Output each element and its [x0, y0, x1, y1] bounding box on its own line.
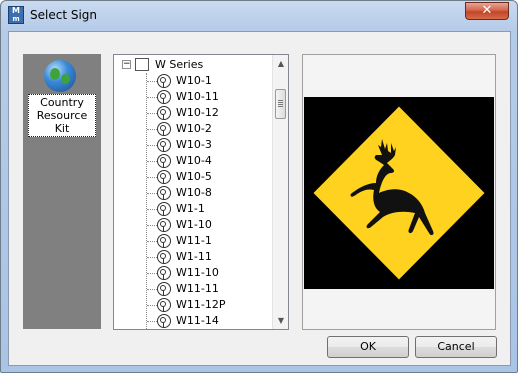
sign-post-icon: [157, 154, 171, 168]
sign-preview-image: [304, 97, 494, 289]
tree-item-label: W10-3: [176, 138, 212, 151]
close-icon: ✕: [481, 3, 493, 18]
sign-tree-view[interactable]: − W Series W10-1 W10-11 W10-12 W10-2 W10-3 W1…: [113, 54, 289, 330]
tree-item-label: W11-1: [176, 234, 212, 247]
tree-item-label: W10-4: [176, 154, 212, 167]
tree-connector-line: [147, 257, 157, 258]
tree-item[interactable]: W10-5: [114, 169, 272, 185]
tree-item[interactable]: W11-12P: [114, 297, 272, 313]
tree-item-label: W10-11: [176, 90, 219, 103]
tree-item[interactable]: W11-14: [114, 313, 272, 329]
tree-item[interactable]: W1-11: [114, 249, 272, 265]
scroll-down-arrow-icon[interactable]: ▼: [273, 312, 288, 329]
deer-crossing-sign-icon: [307, 100, 491, 286]
tree-connector-line: [147, 305, 157, 306]
tree-item[interactable]: W11-1: [114, 233, 272, 249]
tree-content: − W Series W10-1 W10-11 W10-12 W10-2 W10-3 W1…: [114, 55, 272, 329]
tree-item-label: W11-14: [176, 314, 219, 327]
tree-item-label: W10-12: [176, 106, 219, 119]
tree-connector-line: [147, 321, 157, 322]
tree-item-label: W10-8: [176, 186, 212, 199]
title-bar[interactable]: Mm Select Sign ✕: [1, 1, 517, 31]
tree-item-label: W10-2: [176, 122, 212, 135]
tree-item[interactable]: W10-2: [114, 121, 272, 137]
window-title: Select Sign: [30, 8, 98, 22]
tree-item-label: W1-10: [176, 218, 212, 231]
tree-item[interactable]: W10-3: [114, 137, 272, 153]
tree-item-label: W11-11: [176, 282, 219, 295]
close-button[interactable]: ✕: [465, 2, 509, 20]
tree-item-label: W11-10: [176, 266, 219, 279]
dialog-body: Country Resource Kit − W Series W10-1 W10…: [8, 31, 511, 366]
sign-post-icon: [157, 218, 171, 232]
tree-item[interactable]: W10-12: [114, 105, 272, 121]
tree-item[interactable]: W10-8: [114, 185, 272, 201]
scrollbar-thumb[interactable]: [275, 89, 286, 119]
sign-post-icon: [157, 122, 171, 136]
tree-connector-line: [147, 209, 157, 210]
tree-connector-line: [147, 113, 157, 114]
tree-connector-line: [147, 289, 157, 290]
tree-item-label: W11-12P: [176, 298, 226, 311]
app-logo-icon: Mm: [8, 6, 24, 24]
sign-post-icon: [157, 74, 171, 88]
tree-item[interactable]: W11-10: [114, 265, 272, 281]
tree-item-label: W1-1: [176, 202, 205, 215]
tree-scrollbar[interactable]: ▲ ▼: [272, 55, 288, 329]
tree-connector-line: [147, 273, 157, 274]
sign-post-icon: [157, 314, 171, 328]
sign-post-icon: [157, 90, 171, 104]
tree-item-label: W10-1: [176, 74, 212, 87]
sign-post-icon: [157, 234, 171, 248]
tree-item[interactable]: W1-1: [114, 201, 272, 217]
sign-post-icon: [157, 138, 171, 152]
sign-post-icon: [157, 250, 171, 264]
tree-item[interactable]: W10-11: [114, 89, 272, 105]
tree-root-label: W Series: [155, 58, 204, 71]
sign-post-icon: [157, 170, 171, 184]
ok-button[interactable]: OK: [327, 336, 409, 358]
tree-item[interactable]: W10-1: [114, 73, 272, 89]
globe-icon[interactable]: [44, 60, 76, 92]
collapse-toggle[interactable]: −: [122, 60, 131, 69]
tree-item[interactable]: W11-11: [114, 281, 272, 297]
sign-post-icon: [157, 202, 171, 216]
tree-connector-line: [147, 225, 157, 226]
sign-post-icon: [157, 186, 171, 200]
tree-item[interactable]: W10-4: [114, 153, 272, 169]
tree-connector-line: [147, 177, 157, 178]
resource-kit-panel: Country Resource Kit: [23, 54, 101, 329]
country-resource-kit-label[interactable]: Country Resource Kit: [28, 94, 96, 137]
sign-post-icon: [157, 298, 171, 312]
tree-connector-line: [147, 81, 157, 82]
tree-item-label: W10-5: [176, 170, 212, 183]
tree-item[interactable]: W1-10: [114, 217, 272, 233]
tree-connector-line: [147, 129, 157, 130]
tree-connector-line: [147, 193, 157, 194]
scroll-up-arrow-icon[interactable]: ▲: [273, 55, 288, 72]
tree-connector-line: [147, 145, 157, 146]
tree-item-label: W1-11: [176, 250, 212, 263]
sign-post-icon: [157, 266, 171, 280]
sign-post-icon: [157, 282, 171, 296]
select-sign-dialog: Mm Select Sign ✕ Country Resource Kit − …: [0, 0, 518, 373]
folder-icon: [135, 58, 149, 71]
tree-connector-line: [147, 161, 157, 162]
tree-connector-line: [147, 241, 157, 242]
tree-connector-line: [147, 97, 157, 98]
sign-post-icon: [157, 106, 171, 120]
sign-preview-frame: [302, 54, 496, 330]
cancel-button[interactable]: Cancel: [415, 336, 497, 358]
